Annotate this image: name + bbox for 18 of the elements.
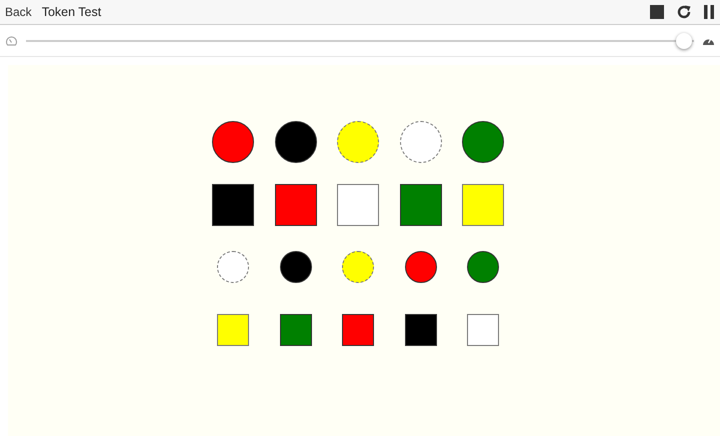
- circle-token[interactable]: [462, 121, 504, 164]
- square-token[interactable]: [274, 184, 317, 226]
- circle-token[interactable]: [212, 121, 254, 164]
- speed-slider[interactable]: [26, 32, 694, 48]
- square-token[interactable]: [400, 184, 442, 226]
- square-token[interactable]: [280, 314, 312, 346]
- restart-icon[interactable]: [676, 4, 692, 20]
- circle-token[interactable]: [404, 251, 437, 284]
- pause-icon[interactable]: [704, 5, 714, 19]
- square-token[interactable]: [342, 314, 374, 346]
- back-button[interactable]: Back: [3, 5, 34, 19]
- slow-speed-icon: [5, 35, 18, 46]
- page-title: Token Test: [42, 5, 102, 19]
- circle-token[interactable]: [274, 121, 317, 164]
- square-token[interactable]: [404, 314, 437, 346]
- square-token[interactable]: [212, 184, 254, 226]
- circle-token[interactable]: [467, 251, 500, 284]
- circle-token[interactable]: [280, 251, 312, 284]
